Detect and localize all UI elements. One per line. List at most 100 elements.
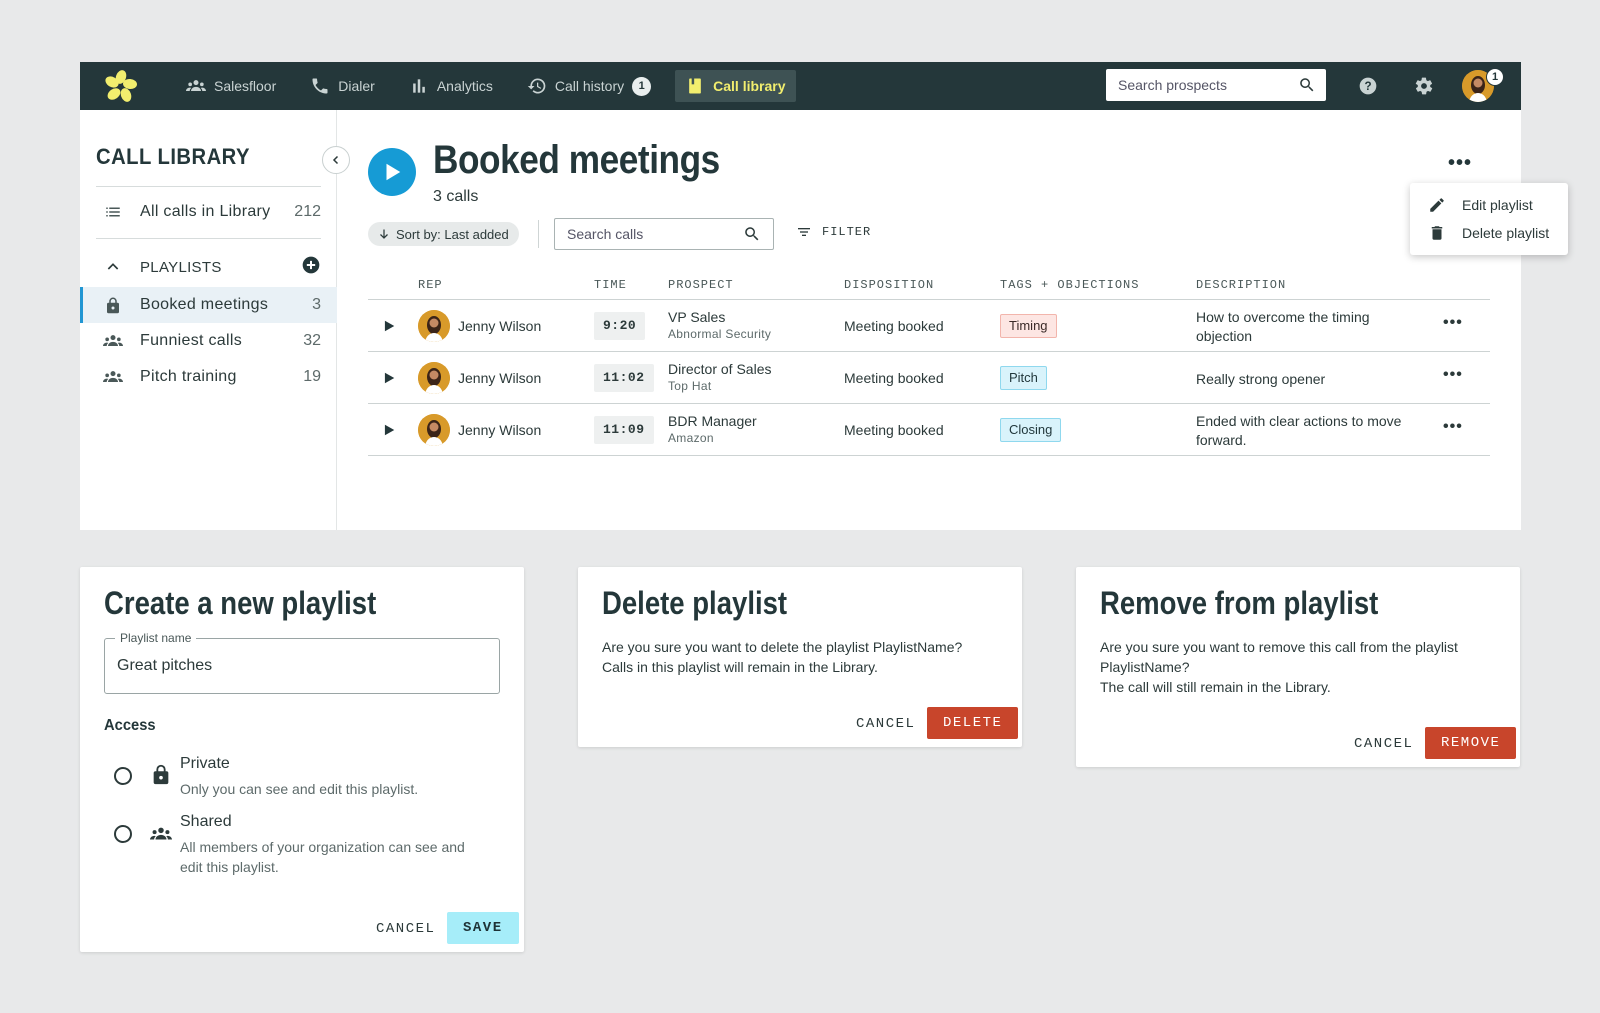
remove-button[interactable]: REMOVE [1425, 727, 1517, 759]
tag-badge: Pitch [1000, 366, 1047, 390]
list-icon [102, 203, 124, 221]
nav-analytics[interactable]: Analytics [409, 70, 493, 102]
add-circle-icon[interactable] [301, 255, 321, 280]
description: Really strong opener [1196, 371, 1326, 387]
remove-from-playlist-dialog: Remove from playlist Are you sure you wa… [1076, 567, 1520, 767]
sidebar-item-funniest-calls[interactable]: Funniest calls 32 [80, 323, 337, 359]
collapse-sidebar-button[interactable] [322, 146, 350, 174]
sidebar-title: CALL LIBRARY [96, 144, 250, 169]
table-row[interactable]: Jenny Wilson 11:02 Director of Sales Top… [368, 352, 1490, 404]
col-header-disposition[interactable]: DISPOSITION [844, 278, 934, 292]
shared-option-title[interactable]: Shared [180, 813, 232, 831]
sidebar-item-booked-meetings[interactable]: Booked meetings 3 [80, 287, 337, 323]
playlist-name-input[interactable] [117, 657, 477, 675]
prospect: VP Sales Abnormal Security [668, 309, 771, 341]
notification-badge: 1 [632, 76, 652, 96]
call-library-sidebar: CALL LIBRARY All calls in Library 212 PL… [80, 110, 337, 530]
sidebar-item-label: Pitch training [140, 368, 237, 385]
filter-button[interactable]: FILTER [796, 224, 871, 240]
arrow-down-icon [380, 229, 388, 239]
play-icon [386, 163, 401, 181]
nav-label: Analytics [436, 78, 493, 94]
call-search-input[interactable] [567, 226, 737, 242]
delete-playlist-dialog: Delete playlist Are you sure you want to… [578, 567, 1022, 747]
prospect-title: BDR Manager [668, 413, 757, 429]
menu-item-label: Edit playlist [1462, 197, 1533, 213]
call-search[interactable] [554, 218, 774, 250]
col-header-time[interactable]: TIME [594, 278, 627, 292]
call-count: 3 calls [433, 188, 479, 205]
dialog-message-line: Are you sure you want to delete the play… [602, 639, 963, 655]
more-icon[interactable]: ••• [1448, 152, 1472, 175]
pencil-icon [1430, 198, 1444, 212]
bar-chart-icon [413, 79, 425, 93]
lock-icon [102, 296, 124, 314]
help-icon[interactable]: ? [1358, 76, 1378, 96]
search-icon[interactable] [743, 225, 761, 243]
logo-icon[interactable] [104, 69, 138, 103]
divider [96, 186, 321, 187]
col-header-rep[interactable]: REP [418, 278, 443, 292]
nav-label: Dialer [338, 78, 375, 94]
nav-salesfloor[interactable]: Salesfloor [186, 70, 276, 102]
call-duration: 11:02 [594, 364, 654, 392]
dialog-message: Are you sure you want to delete the play… [602, 637, 1002, 677]
group-icon [150, 827, 172, 840]
play-icon[interactable] [382, 319, 396, 333]
sidebar-item-count: 32 [303, 332, 321, 349]
nav-dialer[interactable]: Dialer [310, 70, 375, 102]
private-radio[interactable] [114, 767, 132, 785]
table-row[interactable]: Jenny Wilson 11:09 BDR Manager Amazon Me… [368, 404, 1490, 456]
shared-radio[interactable] [114, 825, 132, 843]
private-option-desc: Only you can see and edit this playlist. [180, 781, 419, 797]
prospect-search-input[interactable] [1118, 77, 1288, 93]
cancel-button[interactable]: CANCEL [856, 716, 915, 732]
prospect: Director of Sales Top Hat [668, 361, 771, 393]
menu-item-edit-playlist[interactable]: Edit playlist [1410, 191, 1568, 219]
row-more-icon[interactable]: ••• [1443, 418, 1463, 436]
filter-icon [798, 228, 810, 236]
play-all-button[interactable] [368, 148, 416, 196]
rep-name: Jenny Wilson [458, 318, 542, 334]
search-icon[interactable] [1298, 76, 1316, 94]
chevron-up-icon[interactable] [102, 259, 124, 275]
dialog-message-line: The call will still remain in the Librar… [1100, 679, 1331, 695]
delete-button[interactable]: DELETE [927, 707, 1019, 739]
group-icon [102, 367, 124, 387]
cancel-button[interactable]: CANCEL [376, 921, 435, 937]
disposition: Meeting booked [844, 422, 944, 438]
col-header-tags[interactable]: TAGS + OBJECTIONS [1000, 278, 1139, 292]
sort-chip[interactable]: Sort by: Last added [368, 222, 519, 246]
menu-item-delete-playlist[interactable]: Delete playlist [1410, 219, 1568, 247]
sidebar-item-label: Booked meetings [140, 296, 269, 313]
sidebar-item-all-calls[interactable]: All calls in Library 212 [80, 194, 337, 230]
nav-call-library[interactable]: Call library [675, 70, 796, 102]
shared-option-desc: All members of your organization can see… [180, 839, 465, 875]
private-option-title[interactable]: Private [180, 755, 230, 773]
row-more-icon[interactable]: ••• [1443, 314, 1463, 332]
nav-call-history[interactable]: Call history 1 [527, 70, 652, 102]
prospect-company: Abnormal Security [668, 327, 772, 341]
top-nav-bar: Salesfloor Dialer Analytics Call history… [80, 62, 1521, 110]
avatar [418, 414, 450, 446]
table-row[interactable]: Jenny Wilson 9:20 VP Sales Abnormal Secu… [368, 300, 1490, 352]
sidebar-item-pitch-training[interactable]: Pitch training 19 [80, 359, 337, 395]
playlists-section-header[interactable]: PLAYLISTS [80, 249, 337, 285]
history-icon [527, 78, 546, 94]
row-more-icon[interactable]: ••• [1443, 366, 1463, 384]
col-header-prospect[interactable]: PROSPECT [668, 278, 734, 292]
phone-icon [312, 78, 328, 94]
divider [96, 238, 321, 239]
cancel-button[interactable]: CANCEL [1354, 736, 1413, 752]
nav-label: Call library [713, 78, 786, 94]
access-label: Access [104, 717, 156, 734]
play-icon[interactable] [382, 371, 396, 385]
sidebar-item-label: Funniest calls [140, 332, 243, 349]
gear-icon[interactable] [1414, 76, 1434, 96]
playlist-name-field[interactable]: Playlist name [104, 631, 500, 694]
calls-table: REP TIME PROSPECT DISPOSITION TAGS + OBJ… [368, 266, 1490, 456]
play-icon[interactable] [382, 423, 396, 437]
prospect-search[interactable] [1106, 69, 1326, 101]
col-header-description[interactable]: DESCRIPTION [1196, 278, 1286, 292]
save-button[interactable]: SAVE [447, 912, 519, 944]
